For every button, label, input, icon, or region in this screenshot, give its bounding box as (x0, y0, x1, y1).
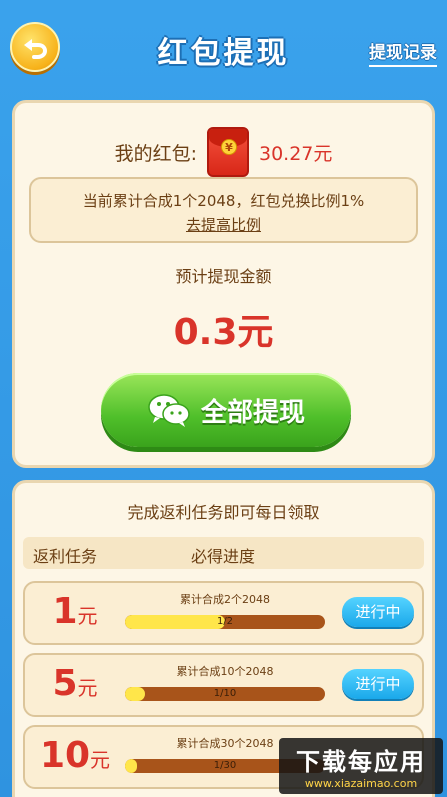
task-progress-bar: 1/2 (125, 615, 325, 629)
improve-rate-link[interactable]: 去提高比例 (31, 213, 416, 237)
task-desc: 累计合成10个2048 (176, 665, 274, 678)
withdraw-records-link[interactable]: 提现记录 (369, 38, 437, 67)
task-progress-bar: 1/10 (125, 687, 325, 701)
col-progress: 必得进度 (191, 547, 256, 566)
wallet-label: 我的红包: (114, 142, 197, 165)
tasks-column-header: 返利任务 必得进度 (23, 537, 424, 569)
withdraw-all-label: 全部提现 (200, 397, 305, 428)
watermark-url: www.xiazaimao.com (304, 777, 418, 790)
task-progress-text: 1/2 (216, 616, 234, 627)
my-red-envelope: 我的红包: ¥ 30.27元 (15, 127, 432, 177)
wechat-icon (148, 394, 190, 427)
exchange-rate-text: 当前累计合成1个2048，红包兑换比例1% (82, 192, 365, 210)
task-status-button[interactable]: 进行中 (342, 669, 414, 699)
task-status-button[interactable]: 进行中 (342, 597, 414, 627)
header: 红包提现 提现记录 (0, 0, 447, 100)
estimate-label: 预计提现金额 (175, 267, 272, 286)
watermark-title: 下载每应用 (296, 748, 426, 776)
col-task: 返利任务 (33, 547, 98, 566)
site-watermark: 下载每应用 www.xiazaimao.com (279, 738, 443, 794)
task-desc: 累计合成2个2048 (180, 593, 270, 606)
tasks-header: 完成返利任务即可每日领取 (127, 503, 320, 522)
task-progress-text: 1/10 (213, 688, 237, 699)
task-reward: 5元 (52, 663, 98, 704)
exchange-notice: 当前累计合成1个2048，红包兑换比例1% 去提高比例 (29, 177, 418, 243)
task-row: 1元 累计合成2个2048 1/2 进行中 (23, 581, 424, 645)
task-reward: 10元 (39, 735, 111, 776)
withdraw-card: 我的红包: ¥ 30.27元 当前累计合成1个2048，红包兑换比例1% 去提高… (12, 100, 435, 468)
red-envelope-icon: ¥ (207, 127, 249, 177)
estimate-amount: 0.3元 (173, 312, 274, 353)
withdraw-all-button[interactable]: 全部提现 (101, 373, 351, 447)
wallet-amount: 30.27元 (259, 142, 333, 165)
task-row: 5元 累计合成10个2048 1/10 进行中 (23, 653, 424, 717)
task-reward: 1元 (52, 591, 98, 632)
